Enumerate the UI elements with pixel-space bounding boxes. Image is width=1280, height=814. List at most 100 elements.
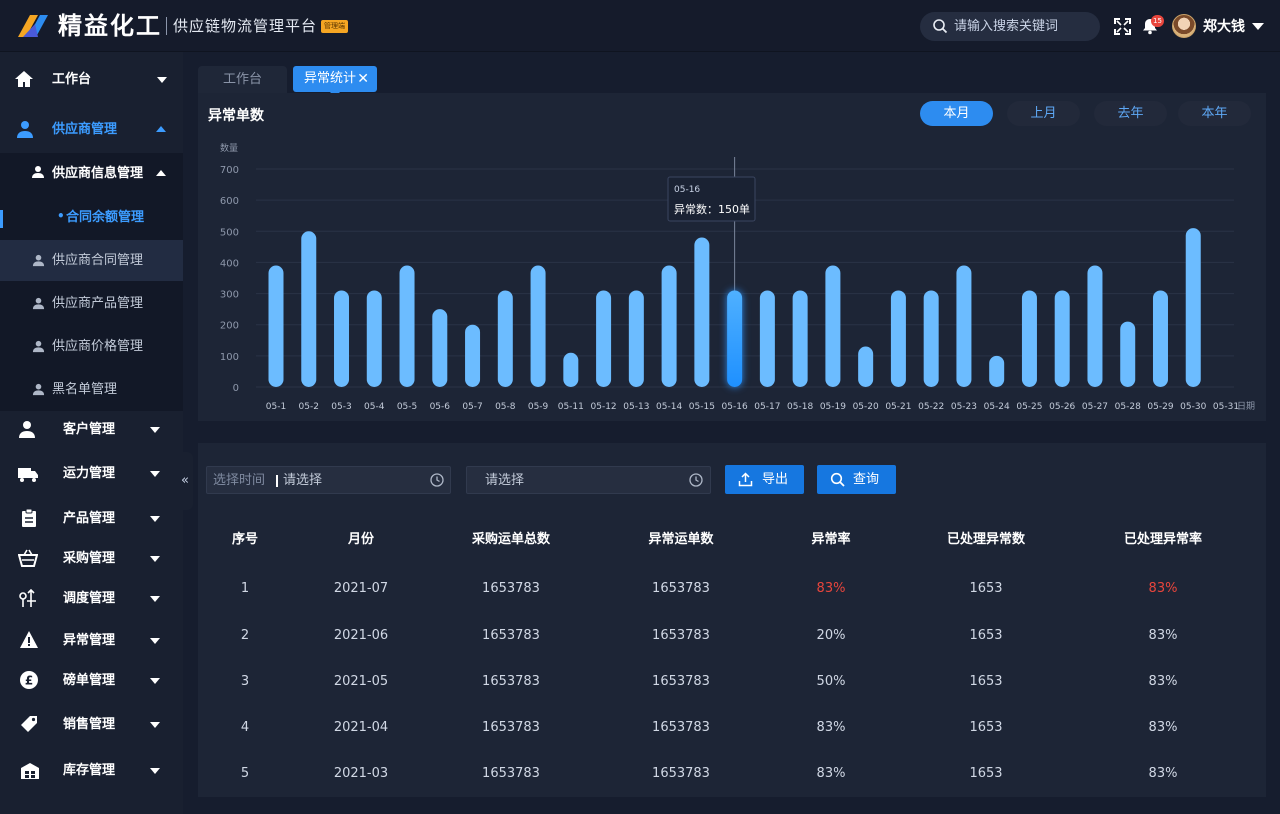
bar bbox=[825, 265, 841, 387]
search-icon bbox=[933, 19, 948, 34]
bar bbox=[989, 355, 1005, 387]
column-header-exception-rate: 异常率 bbox=[811, 532, 851, 547]
x-tick-label: 05-14 bbox=[656, 402, 682, 412]
chevron-down-icon bbox=[150, 722, 160, 728]
x-axis-label: 日期 bbox=[1237, 401, 1255, 412]
sidebar-item-supplier[interactable]: 供应商管理 bbox=[0, 116, 183, 144]
sidebar-item-label: 黑名单管理 bbox=[52, 382, 118, 397]
export-button[interactable]: 导出 bbox=[725, 465, 804, 494]
bar bbox=[399, 265, 415, 387]
cell-handled-rate: 83% bbox=[1148, 766, 1178, 781]
search-box[interactable] bbox=[920, 12, 1100, 41]
x-tick-label: 05-22 bbox=[918, 402, 944, 412]
brand-subtitle: 供应链物流管理平台 bbox=[173, 17, 318, 35]
chevron-down-icon[interactable] bbox=[1252, 23, 1264, 30]
sidebar-item-supplier-product[interactable]: 供应商产品管理 bbox=[0, 290, 183, 318]
bar bbox=[1054, 290, 1070, 387]
cell-handled-count: 1653 bbox=[969, 720, 1003, 735]
chevron-down-icon bbox=[150, 516, 160, 522]
range-button-this-year[interactable]: 本年 bbox=[1178, 101, 1251, 126]
bullet-icon: • bbox=[57, 209, 65, 223]
sidebar-item-customer[interactable]: 客户管理 bbox=[0, 416, 183, 444]
query-button[interactable]: 查询 bbox=[817, 465, 896, 494]
sidebar-item-product[interactable]: 产品管理 bbox=[0, 505, 183, 533]
time-select[interactable]: 选择时间 请选择 bbox=[206, 466, 451, 494]
sidebar-item-contract-balance[interactable]: • 合同余额管理 bbox=[0, 205, 183, 231]
x-tick-label: 05-23 bbox=[951, 402, 977, 412]
y-tick-label: 500 bbox=[220, 227, 239, 238]
sidebar-item-sales[interactable]: 销售管理 bbox=[0, 711, 183, 739]
tab-workbench[interactable]: 工作台 bbox=[198, 66, 287, 93]
chart-tooltip: 05-16 异常数：150单 bbox=[667, 176, 756, 222]
table-panel: 选择时间 请选择 请选择 导出 查询 序号 月份 采购运单总数 异常运单数 异常… bbox=[198, 443, 1266, 797]
bar bbox=[759, 290, 775, 387]
upload-icon bbox=[738, 472, 753, 487]
cell-handled-rate: 83% bbox=[1148, 674, 1178, 689]
cell-exception-rate: 83% bbox=[816, 766, 846, 781]
home-icon bbox=[15, 71, 33, 87]
sidebar-item-inventory[interactable]: 库存管理 bbox=[0, 757, 183, 785]
column-header-total: 采购运单总数 bbox=[471, 532, 551, 547]
bar bbox=[661, 265, 677, 387]
sidebar-item-label: 运力管理 bbox=[63, 466, 116, 481]
bar bbox=[890, 290, 906, 387]
search-icon bbox=[830, 472, 845, 487]
sidebar-item-supplier-info[interactable]: 供应商信息管理 bbox=[0, 160, 183, 188]
bar bbox=[956, 265, 972, 387]
bar bbox=[1021, 290, 1037, 387]
cell-handled-rate: 83% bbox=[1148, 628, 1178, 643]
column-header-handled-rate: 已处理异常率 bbox=[1123, 532, 1203, 547]
x-tick-label: 05-20 bbox=[853, 402, 879, 412]
cell-index: 1 bbox=[240, 581, 250, 596]
sidebar-item-exception[interactable]: 异常管理 bbox=[0, 627, 183, 655]
bar bbox=[923, 290, 939, 387]
sidebar-item-dispatch[interactable]: 调度管理 bbox=[0, 585, 183, 613]
chevron-up-icon bbox=[156, 170, 166, 176]
sidebar-item-workbench[interactable]: 工作台 bbox=[0, 66, 183, 94]
range-button-last-year[interactable]: 去年 bbox=[1094, 101, 1167, 126]
sidebar-item-purchase[interactable]: 采购管理 bbox=[0, 545, 183, 573]
search-input[interactable] bbox=[954, 16, 1094, 37]
sidebar-item-supplier-contract[interactable]: 供应商合同管理 bbox=[0, 240, 183, 281]
x-tick-label: 05-21 bbox=[885, 402, 911, 412]
warning-icon bbox=[20, 631, 38, 648]
y-tick-label: 100 bbox=[220, 352, 239, 363]
sidebar-item-label: 异常管理 bbox=[63, 633, 116, 648]
sidebar-item-supplier-price[interactable]: 供应商价格管理 bbox=[0, 333, 183, 361]
x-tick-label: 05-12 bbox=[591, 402, 617, 412]
range-button-this-month[interactable]: 本月 bbox=[920, 101, 993, 126]
chart-panel: 数量 0 100 200 300 400 500 600 700 05-1 05-2 05-3 05-4… bbox=[198, 93, 1266, 421]
basket-icon bbox=[18, 549, 38, 567]
cell-exception-count: 1653783 bbox=[652, 628, 710, 643]
svg-text:£: £ bbox=[25, 674, 33, 688]
y-tick-label: 200 bbox=[220, 321, 239, 332]
cell-index: 4 bbox=[240, 720, 250, 735]
cell-exception-rate: 20% bbox=[816, 628, 846, 643]
chevron-down-icon bbox=[150, 678, 160, 684]
notification-badge: 15 bbox=[1151, 15, 1164, 27]
cell-exception-rate: 83% bbox=[816, 720, 846, 735]
sidebar-item-label: 产品管理 bbox=[63, 511, 116, 526]
sidebar-item-label: 磅单管理 bbox=[63, 673, 116, 688]
sidebar-collapse-button[interactable]: « bbox=[177, 452, 193, 510]
fullscreen-icon[interactable] bbox=[1114, 18, 1131, 35]
sidebar-item-capacity[interactable]: 运力管理 bbox=[0, 460, 183, 488]
dispatch-icon bbox=[19, 589, 36, 607]
range-button-last-month[interactable]: 上月 bbox=[1007, 101, 1080, 126]
tab-exception-stats[interactable]: 异常统计 ✕ bbox=[293, 66, 377, 97]
sidebar-item-label: 销售管理 bbox=[63, 717, 116, 732]
cell-total: 1653783 bbox=[482, 674, 540, 689]
sidebar: 工作台 供应商管理 供应商信息管理 • 合同余额管理 供应商合同管理 供应商产品… bbox=[0, 52, 183, 814]
sidebar-item-label: 供应商价格管理 bbox=[52, 339, 144, 354]
username[interactable]: 郑大钱 bbox=[1203, 17, 1245, 37]
cell-month: 2021-03 bbox=[333, 766, 389, 781]
second-select[interactable]: 请选择 bbox=[466, 466, 711, 494]
sidebar-item-weighbill[interactable]: £ 磅单管理 bbox=[0, 667, 183, 695]
sidebar-item-blacklist[interactable]: 黑名单管理 bbox=[0, 376, 183, 404]
close-icon[interactable]: ✕ bbox=[357, 66, 369, 92]
cell-handled-count: 1653 bbox=[969, 628, 1003, 643]
avatar[interactable] bbox=[1172, 14, 1196, 38]
x-tick-label: 05-4 bbox=[364, 402, 385, 412]
cell-handled-count: 1653 bbox=[969, 766, 1003, 781]
sidebar-item-label: 库存管理 bbox=[63, 763, 116, 778]
